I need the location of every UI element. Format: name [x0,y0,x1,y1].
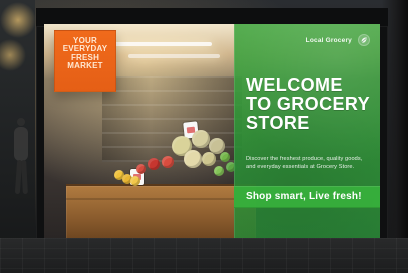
green-produce [220,152,230,162]
ceiling-light-strip [128,54,220,58]
apple [148,158,160,170]
cta-banner: Shop smart, Live fresh! [234,186,380,208]
produce-bin [66,184,256,238]
welcome-headline: WELCOME TO GROCERY STORE [246,75,371,133]
apple [162,156,174,168]
orange-promo-poster: YOUR EVERYDAY FRESH MARKET [54,30,116,92]
pedestrian-head [17,118,25,126]
pedestrian-silhouette [10,118,30,198]
sidewalk [0,238,408,273]
brand-name: Local Grocery [305,36,352,44]
leaf-icon [358,34,370,46]
storefront-window: YOUR EVERYDAY FRESH MARKET Local Grocery… [44,24,380,238]
promo-subtext: Discover the freshest produce, quality g… [246,156,363,170]
melon [192,130,210,148]
ceiling-light-strip [102,42,212,46]
cta-text: Shop smart, Live fresh! [246,191,362,202]
green-promo-panel: Local Grocery WELCOME TO GROCERY STORE D… [234,24,380,238]
orange-promo-text: YOUR EVERYDAY FRESH MARKET [62,36,108,71]
green-produce [214,166,224,176]
brand-row: Local Grocery [306,34,370,46]
melon [184,150,202,168]
apple [136,164,146,174]
storefront-scene: YOUR EVERYDAY FRESH MARKET Local Grocery… [0,0,408,273]
banana [130,176,140,186]
melon [202,152,216,166]
pedestrian-body [14,127,28,161]
pedestrian-leg [21,159,28,195]
